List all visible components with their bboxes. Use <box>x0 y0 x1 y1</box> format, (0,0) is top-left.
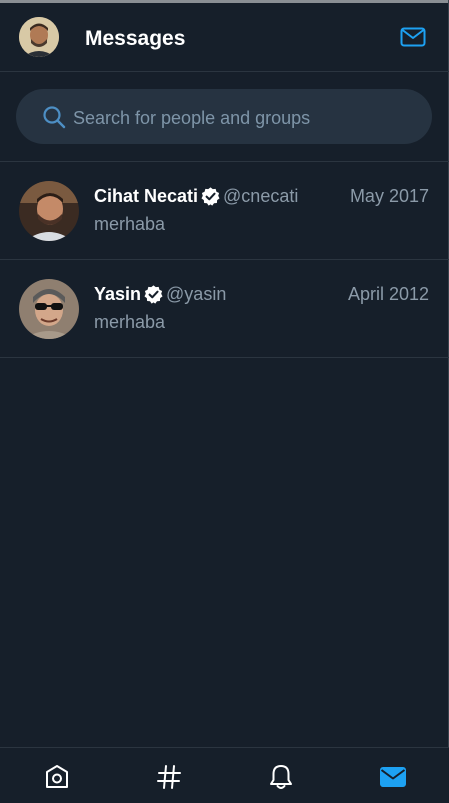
conversation-date: April 2012 <box>347 284 429 304</box>
search-input[interactable] <box>71 103 415 133</box>
avatar-image <box>19 17 59 57</box>
conversation-item[interactable]: Yasin @yasin April 2012 merhaba <box>0 260 449 358</box>
avatar-image <box>19 181 79 241</box>
conversation-header: Cihat Necati @cnecati <box>94 184 298 208</box>
avatar[interactable] <box>19 279 79 339</box>
contact-name[interactable]: Cihat Necati <box>94 184 198 208</box>
avatar-image <box>19 279 79 339</box>
avatar[interactable] <box>19 181 79 241</box>
contact-handle: @cnecati <box>223 186 299 206</box>
header: Messages <box>0 3 449 72</box>
verified-icon <box>143 284 164 305</box>
contact-name[interactable]: Yasin <box>94 282 141 306</box>
conversation-date: May 2017 <box>349 186 429 206</box>
search-icon <box>42 105 66 129</box>
verified-icon <box>200 186 221 207</box>
envelope-icon[interactable] <box>379 763 407 791</box>
conversation-preview: merhaba <box>94 312 166 332</box>
bottom-nav <box>0 747 449 803</box>
conversation-item[interactable]: Cihat Necati @cnecati May 2017 merhaba <box>0 162 449 260</box>
page-title: Messages <box>85 27 186 50</box>
envelope-icon[interactable] <box>400 25 426 49</box>
search-bar[interactable] <box>16 89 432 144</box>
bell-icon[interactable] <box>267 763 295 791</box>
conversation-header: Yasin @yasin <box>94 282 226 306</box>
search-section <box>0 73 449 162</box>
conversation-preview: merhaba <box>94 214 166 234</box>
user-avatar[interactable] <box>19 17 59 57</box>
contact-handle: @yasin <box>166 284 227 304</box>
home-icon[interactable] <box>43 763 71 791</box>
hashtag-icon[interactable] <box>155 763 183 791</box>
